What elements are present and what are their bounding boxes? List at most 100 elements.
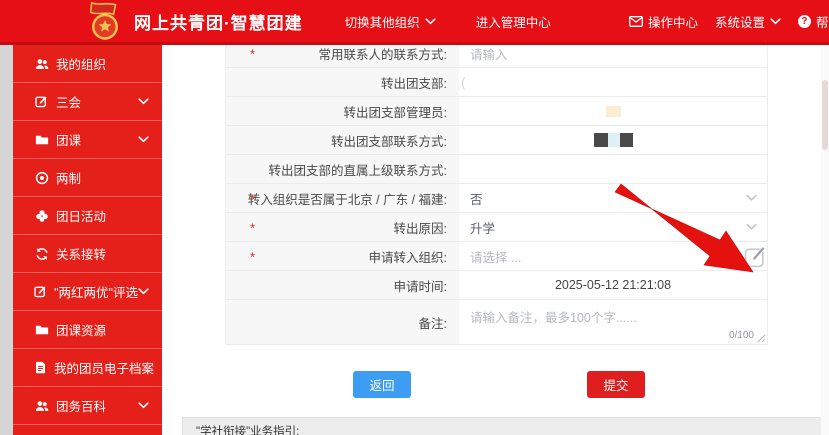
chevron-down-icon xyxy=(746,224,757,231)
resize-handle-icon[interactable] xyxy=(756,333,766,343)
form-value-transfer-out-superior-contact xyxy=(459,155,767,184)
left-gutter xyxy=(0,45,13,435)
help-label: 帮助 xyxy=(816,12,829,31)
form-label-apply-time: 申请时间: xyxy=(226,271,459,300)
form-label-transfer-out-branch: 转出团支部: xyxy=(226,68,459,97)
form-value-apply-target-org[interactable]: 请选择 ... xyxy=(459,242,767,271)
form-value-remarks[interactable]: 请输入备注，最多100个字...... 0/100 xyxy=(459,300,767,345)
form-label-apply-target-org: *申请转入组织: xyxy=(226,242,459,271)
folder-icon xyxy=(34,133,49,147)
brand-title: 网上共青团·智慧团建 xyxy=(134,9,303,34)
form-row-target-org-bj-gd-fj: *转入组织是否属于北京 / 广东 / 福建: 否 xyxy=(226,184,767,213)
form-label-remarks: 备注: xyxy=(226,300,459,345)
scrollbar-thumb[interactable] xyxy=(822,80,828,150)
sidebar-item-my-member-e-archive[interactable]: 我的团员电子档案 xyxy=(13,349,162,387)
input-placeholder: 请输入 xyxy=(470,44,508,63)
select-value: 升学 xyxy=(470,218,495,237)
document-icon xyxy=(34,361,47,374)
chevron-down-icon xyxy=(138,98,149,105)
form-label-transfer-out-branch-contact: 转出团支部联系方式: xyxy=(226,126,459,155)
field-label-text: 转出团支部的直属上级联系方式: xyxy=(269,160,447,179)
sidebar-item-label: 团课资源 xyxy=(56,320,106,339)
required-asterisk: * xyxy=(250,249,255,264)
scrollbar-track[interactable] xyxy=(821,45,829,435)
folder-icon xyxy=(34,323,49,337)
system-settings-label: 系统设置 xyxy=(715,12,765,31)
clover-icon xyxy=(34,209,49,223)
league-emblem-logo xyxy=(84,1,126,41)
sidebar-nav: 我的组织三会团课两制团日活动关系接转 "两红两优"评选团课资源我的团员电子档案团务… xyxy=(13,45,162,435)
top-header: 网上共青团·智慧团建 切换其他组织 进入管理中心 操作中心 系统设置 ? 帮助 xyxy=(0,0,829,45)
chevron-down-icon xyxy=(138,288,149,295)
redacted-value: ( xyxy=(461,75,465,90)
field-label-text: 申请时间: xyxy=(394,276,447,295)
sidebar-item-league-class[interactable]: 团课 xyxy=(13,121,162,159)
switch-org-label: 切换其他组织 xyxy=(345,12,420,31)
sidebar-item-my-organization[interactable]: 我的组织 xyxy=(13,45,162,83)
form-row-transfer-out-branch: 转出团支部: ( xyxy=(226,68,767,97)
sidebar-item-label: 两制 xyxy=(56,168,81,187)
form-row-apply-time: 申请时间: 2025-05-12 21:21:08 xyxy=(226,271,767,300)
field-label-text: 转出原因: xyxy=(394,218,447,237)
select-value: 否 xyxy=(470,189,483,208)
guide-title: "学社衔接"业务指引: xyxy=(196,426,299,435)
sidebar-item-label: 团日活动 xyxy=(56,206,106,225)
textarea-placeholder: 请输入备注，最多100个字...... xyxy=(470,307,637,326)
form-row-remarks: 备注: 请输入备注，最多100个字...... 0/100 xyxy=(226,300,767,345)
sidebar-item-label: "两红两优"评选 xyxy=(54,282,138,301)
back-button[interactable]: 返回 xyxy=(353,371,411,398)
enter-admin-link[interactable]: 进入管理中心 xyxy=(476,12,551,31)
redacted-value xyxy=(606,106,621,117)
form-row-transfer-reason: *转出原因:升学 xyxy=(226,213,767,242)
char-counter: 0/100 xyxy=(729,330,754,341)
required-asterisk: * xyxy=(250,191,255,206)
help-link[interactable]: ? 帮助 xyxy=(798,12,829,31)
redacted-value xyxy=(594,133,633,147)
field-label-text: 转出团支部: xyxy=(381,73,447,92)
sidebar-item-two-systems[interactable]: 两制 xyxy=(13,159,162,197)
field-label-text: 转出团支部联系方式: xyxy=(331,131,447,150)
chevron-down-icon xyxy=(425,18,436,25)
edit-icon xyxy=(34,285,47,298)
form-row-transfer-out-branch-contact: 转出团支部联系方式: xyxy=(226,126,767,155)
sidebar-item-league-class-resources[interactable]: 团课资源 xyxy=(13,311,162,349)
enter-admin-label: 进入管理中心 xyxy=(476,12,551,31)
sidebar-item-two-reds-two-excellences[interactable]: "两红两优"评选 xyxy=(13,273,162,311)
sidebar-item-league-affairs-wiki[interactable]: 团务百科 xyxy=(13,387,162,425)
chevron-down-icon xyxy=(138,402,149,409)
form-row-apply-target-org: *申请转入组织:请选择 ... xyxy=(226,242,767,271)
form-value-transfer-out-branch-contact xyxy=(459,126,767,155)
submit-button[interactable]: 提交 xyxy=(587,371,645,398)
form-label-transfer-out-branch-admin: 转出团支部管理员: xyxy=(226,97,459,126)
field-label-text: 转出团支部管理员: xyxy=(344,102,447,121)
form-value-transfer-reason[interactable]: 升学 xyxy=(459,213,767,242)
apply-time-value: 2025-05-12 21:21:08 xyxy=(555,278,671,292)
header-right-group: 操作中心 系统设置 ? 帮助 xyxy=(629,12,829,31)
sidebar-item-league-day-activity[interactable]: 团日活动 xyxy=(13,197,162,235)
users-icon xyxy=(34,399,49,413)
form-value-target-org-bj-gd-fj[interactable]: 否 xyxy=(459,184,767,213)
sidebar-item-label: 团务百科 xyxy=(56,396,106,415)
sidebar-item-relationship-transfer[interactable]: 关系接转 xyxy=(13,235,162,273)
form-value-transfer-out-branch-admin xyxy=(459,97,767,126)
app-root: 网上共青团·智慧团建 切换其他组织 进入管理中心 操作中心 系统设置 ? 帮助 … xyxy=(0,0,829,435)
target-icon xyxy=(34,171,49,185)
sidebar-item-label: 三会 xyxy=(56,92,81,111)
action-center-label: 操作中心 xyxy=(648,12,698,31)
switch-org-dropdown[interactable]: 切换其他组织 xyxy=(345,12,436,31)
form-value-transfer-out-branch: ( xyxy=(459,68,767,97)
form-value-apply-time: 2025-05-12 21:21:08 xyxy=(459,271,767,300)
sidebar-item-three-meetings[interactable]: 三会 xyxy=(13,83,162,121)
required-asterisk: * xyxy=(250,46,255,61)
open-org-picker-button[interactable] xyxy=(743,244,767,268)
system-settings-dropdown[interactable]: 系统设置 xyxy=(715,12,781,31)
chevron-down-icon xyxy=(770,18,781,25)
action-center-link[interactable]: 操作中心 xyxy=(629,12,698,31)
sidebar-item-label: 我的团员电子档案 xyxy=(54,358,154,377)
envelope-icon xyxy=(629,16,643,27)
field-label-text: 转入组织是否属于北京 / 广东 / 福建: xyxy=(248,189,447,208)
help-icon: ? xyxy=(798,15,811,28)
sidebar-item-label: 团课 xyxy=(56,130,81,149)
form-row-transfer-out-branch-admin: 转出团支部管理员: xyxy=(226,97,767,126)
edit-icon xyxy=(34,95,49,108)
